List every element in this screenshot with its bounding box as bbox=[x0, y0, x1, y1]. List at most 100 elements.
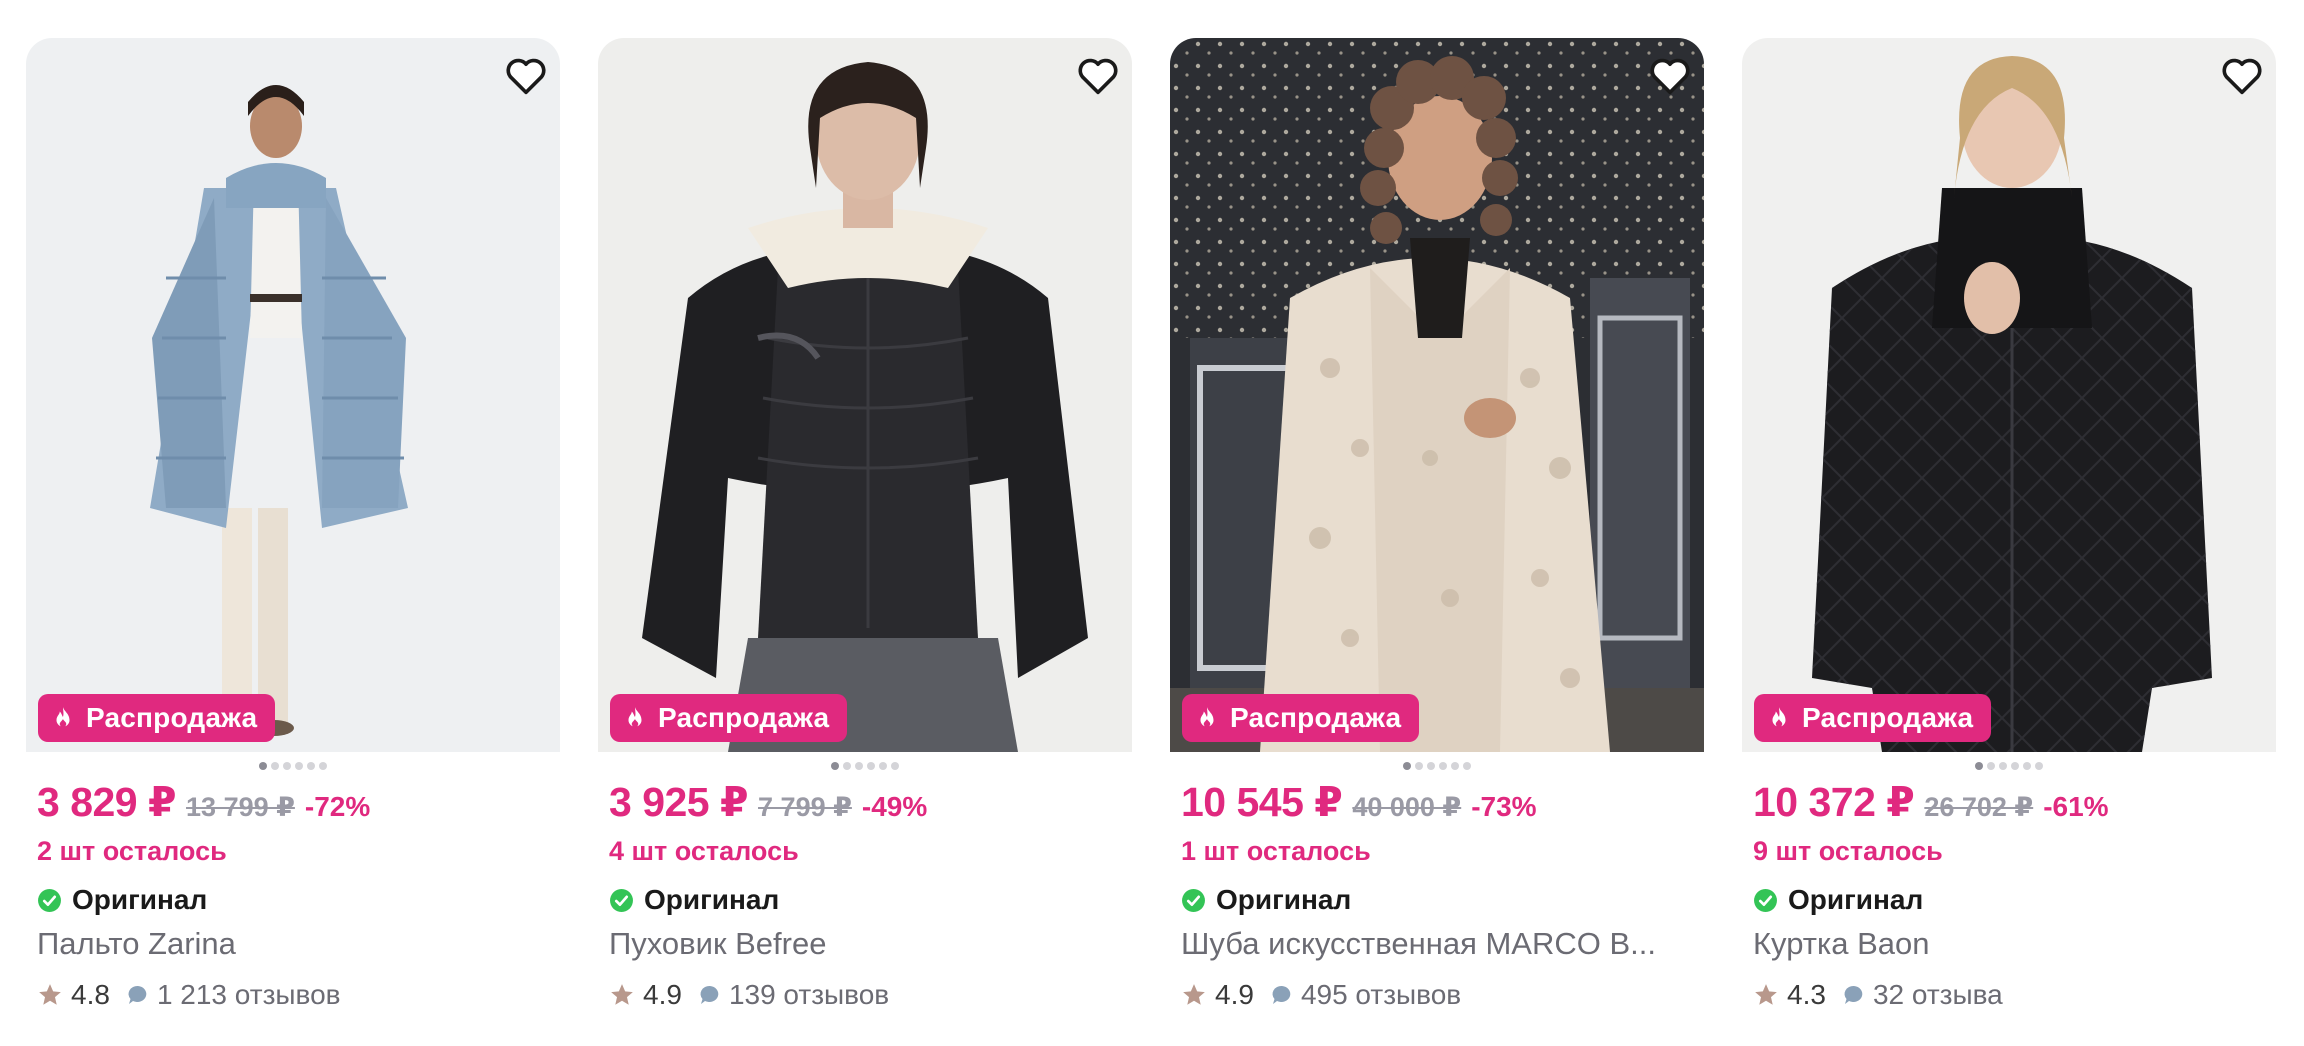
flame-icon bbox=[628, 707, 642, 728]
price-row: 3 829 ₽ 13 799 ₽ -72% bbox=[37, 778, 560, 830]
favorite-button[interactable] bbox=[502, 52, 550, 100]
product-name[interactable]: Шуба искусственная MARCO B... bbox=[1181, 926, 1691, 966]
pager-dot[interactable] bbox=[843, 762, 851, 770]
stock-left: 4 шт осталось bbox=[609, 836, 799, 866]
product-photo[interactable]: Распродажа bbox=[26, 38, 560, 752]
image-pager[interactable] bbox=[1170, 762, 1704, 772]
reviews-count[interactable]: 1 213 отзывов bbox=[157, 979, 341, 1011]
product-photo[interactable]: Распродажа bbox=[1170, 38, 1704, 752]
pager-dot[interactable] bbox=[891, 762, 899, 770]
check-circle-icon bbox=[1754, 888, 1777, 912]
favorite-button[interactable] bbox=[1074, 52, 1122, 100]
product-photo[interactable]: Распродажа bbox=[1742, 38, 2276, 752]
pager-dot[interactable] bbox=[1987, 762, 1995, 770]
product-card[interactable]: Распродажа 3 829 ₽ 13 799 ₽ -72% 2 шт ос… bbox=[26, 38, 560, 1014]
product-card[interactable]: Распродажа 10 545 ₽ 40 000 ₽ -73% 1 шт о… bbox=[1170, 38, 1704, 1014]
chat-bubble-icon bbox=[1844, 985, 1863, 1004]
flame-icon bbox=[1200, 707, 1214, 728]
product-image bbox=[26, 38, 560, 752]
product-grid: Распродажа 3 829 ₽ 13 799 ₽ -72% 2 шт ос… bbox=[26, 38, 2276, 1014]
heart-outline-icon bbox=[506, 58, 546, 95]
original-label: Оригинал bbox=[1216, 884, 1352, 915]
pager-dot[interactable] bbox=[1975, 762, 1983, 770]
original-label: Оригинал bbox=[72, 884, 208, 915]
product-image bbox=[598, 38, 1132, 752]
pager-dot[interactable] bbox=[1451, 762, 1459, 770]
product-name[interactable]: Пальто Zarina bbox=[37, 926, 547, 966]
stock-left: 1 шт осталось bbox=[1181, 836, 1371, 866]
product-name[interactable]: Пуховик Befree bbox=[609, 926, 1119, 966]
pager-dot[interactable] bbox=[295, 762, 303, 770]
product-card[interactable]: Распродажа 10 372 ₽ 26 702 ₽ -61% 9 шт о… bbox=[1742, 38, 2276, 1014]
pager-dot[interactable] bbox=[1415, 762, 1423, 770]
discount-percent: -73% bbox=[1471, 791, 1537, 822]
pager-dot[interactable] bbox=[1439, 762, 1447, 770]
chat-bubble-icon bbox=[128, 985, 147, 1004]
pager-dot[interactable] bbox=[879, 762, 887, 770]
discount-percent: -49% bbox=[861, 791, 928, 822]
sale-badge-label: Распродажа bbox=[1802, 702, 1974, 733]
sale-badge-label: Распродажа bbox=[658, 702, 830, 733]
check-circle-icon bbox=[38, 888, 61, 912]
pager-dot[interactable] bbox=[2035, 762, 2043, 770]
original-label: Оригинал bbox=[644, 884, 780, 915]
image-pager[interactable] bbox=[26, 762, 560, 772]
flame-icon bbox=[56, 707, 70, 728]
sale-badge: Распродажа bbox=[38, 694, 276, 742]
price-row: 10 372 ₽ 26 702 ₽ -61% bbox=[1753, 778, 2276, 830]
original-badge: Оригинал bbox=[609, 882, 1132, 918]
pager-dot[interactable] bbox=[2011, 762, 2019, 770]
pager-dot[interactable] bbox=[1403, 762, 1411, 770]
sale-badge: Распродажа bbox=[1182, 694, 1420, 742]
star-icon bbox=[611, 984, 633, 1005]
product-image bbox=[1170, 38, 1704, 752]
product-card[interactable]: Распродажа 3 925 ₽ 7 799 ₽ -49% 4 шт ост… bbox=[598, 38, 1132, 1014]
star-icon bbox=[39, 984, 61, 1005]
price-row: 10 545 ₽ 40 000 ₽ -73% bbox=[1181, 778, 1704, 830]
original-badge: Оригинал bbox=[1181, 882, 1704, 918]
old-price: 40 000 ₽ bbox=[1352, 792, 1462, 822]
product-name[interactable]: Куртка Baon bbox=[1753, 926, 2263, 966]
pager-dot[interactable] bbox=[1463, 762, 1471, 770]
product-photo[interactable]: Распродажа bbox=[598, 38, 1132, 752]
flame-icon bbox=[1772, 707, 1786, 728]
check-circle-icon bbox=[610, 888, 633, 912]
pager-dot[interactable] bbox=[1999, 762, 2007, 770]
sale-badge-label: Распродажа bbox=[1230, 702, 1402, 733]
heart-outline-icon bbox=[2222, 58, 2262, 95]
pager-dot[interactable] bbox=[307, 762, 315, 770]
product-image bbox=[1742, 38, 2276, 752]
reviews-count[interactable]: 495 отзывов bbox=[1301, 979, 1461, 1011]
star-icon bbox=[1755, 984, 1777, 1005]
reviews-count[interactable]: 139 отзывов bbox=[729, 979, 889, 1011]
pager-dot[interactable] bbox=[867, 762, 875, 770]
favorite-button[interactable] bbox=[2218, 52, 2266, 100]
pager-dot[interactable] bbox=[259, 762, 267, 770]
pager-dot[interactable] bbox=[831, 762, 839, 770]
heart-outline-icon bbox=[1650, 58, 1690, 95]
image-pager[interactable] bbox=[1742, 762, 2276, 772]
old-price: 13 799 ₽ bbox=[186, 792, 295, 822]
rating-row: 4.3 32 отзыва bbox=[1753, 976, 2276, 1014]
star-icon bbox=[1183, 984, 1205, 1005]
pager-dot[interactable] bbox=[271, 762, 279, 770]
reviews-count[interactable]: 32 отзыва bbox=[1873, 979, 2003, 1011]
original-badge: Оригинал bbox=[37, 882, 560, 918]
heart-outline-icon bbox=[1078, 58, 1118, 95]
chat-bubble-icon bbox=[1272, 985, 1291, 1004]
pager-dot[interactable] bbox=[855, 762, 863, 770]
pager-dot[interactable] bbox=[283, 762, 291, 770]
pager-dot[interactable] bbox=[2023, 762, 2031, 770]
check-circle-icon bbox=[1182, 888, 1205, 912]
pager-dot[interactable] bbox=[319, 762, 327, 770]
discount-percent: -61% bbox=[2043, 791, 2109, 822]
image-pager[interactable] bbox=[598, 762, 1132, 772]
chat-bubble-icon bbox=[700, 985, 719, 1004]
rating-score: 4.8 bbox=[71, 979, 110, 1010]
pager-dot[interactable] bbox=[1427, 762, 1435, 770]
favorite-button[interactable] bbox=[1646, 52, 1694, 100]
current-price: 10 372 ₽ bbox=[1753, 779, 1915, 825]
rating-score: 4.9 bbox=[643, 979, 682, 1010]
old-price: 7 799 ₽ bbox=[758, 792, 852, 822]
original-label: Оригинал bbox=[1788, 884, 1924, 915]
